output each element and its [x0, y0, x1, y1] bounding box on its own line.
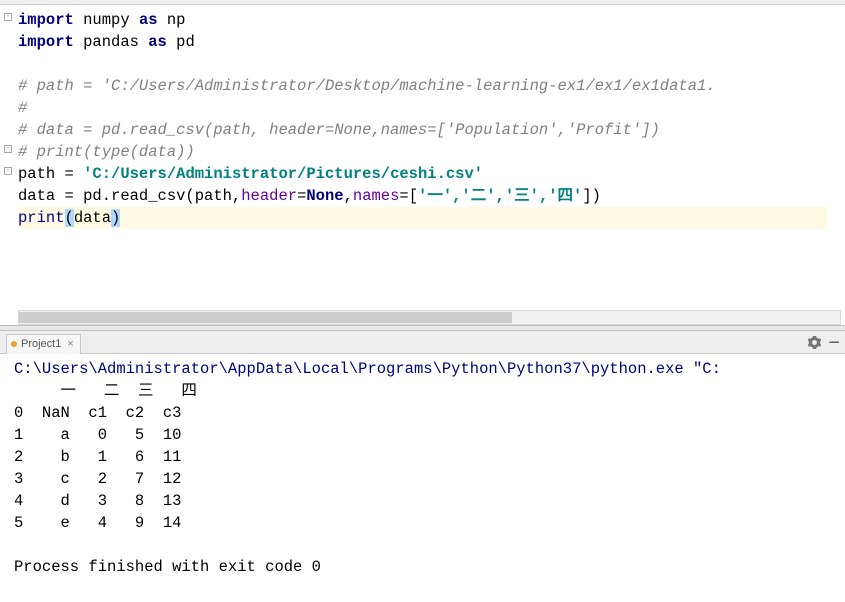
- output-row: 2 b 1 6 11: [14, 448, 181, 466]
- tab-label: Project1: [21, 338, 61, 350]
- keyword-import: import: [18, 11, 74, 29]
- alias-name: pd: [167, 33, 195, 51]
- output-row: 0 NaN c1 c2 c3: [14, 404, 181, 422]
- code-text: ]): [582, 187, 601, 205]
- keyword-as: as: [139, 11, 158, 29]
- string-literal: 'C:/Users/Administrator/Pictures/ceshi.c…: [83, 165, 483, 183]
- matched-paren: ): [111, 209, 120, 227]
- builtin-print: print: [18, 209, 65, 227]
- code-editor[interactable]: - - - import numpy as np import pandas a…: [0, 5, 845, 325]
- fold-marker-icon[interactable]: -: [4, 167, 12, 175]
- output-row: 5 e 4 9 14: [14, 514, 181, 532]
- code-text: ,: [344, 187, 353, 205]
- fold-marker-icon[interactable]: -: [4, 145, 12, 153]
- fold-marker-icon[interactable]: -: [4, 13, 12, 21]
- run-tab[interactable]: Project1 ×: [6, 334, 81, 354]
- console-output[interactable]: C:\Users\Administrator\AppData\Local\Pro…: [0, 354, 845, 602]
- string-literal: '一','二','三','四': [418, 187, 582, 205]
- matched-paren: (: [65, 209, 74, 227]
- gear-icon[interactable]: [808, 336, 821, 349]
- param-name: header: [241, 187, 297, 205]
- code-text: data = pd.read_csv(path,: [18, 187, 241, 205]
- run-status-dot-icon: [11, 341, 17, 347]
- output-header: 一 二 三 四: [14, 382, 197, 400]
- code-text: =: [297, 187, 306, 205]
- exit-message: Process finished with exit code 0: [14, 558, 321, 576]
- output-row: 4 d 3 8 13: [14, 492, 181, 510]
- module-name: pandas: [74, 33, 148, 51]
- horizontal-scrollbar[interactable]: [18, 310, 841, 325]
- interpreter-path: C:\Users\Administrator\AppData\Local\Pro…: [14, 360, 721, 378]
- console-tab-bar: Project1 × —: [0, 331, 845, 354]
- scrollbar-thumb[interactable]: [19, 312, 512, 323]
- close-icon[interactable]: ×: [67, 338, 73, 350]
- param-name: names: [353, 187, 400, 205]
- keyword-import: import: [18, 33, 74, 51]
- fold-gutter: - - -: [0, 9, 14, 219]
- alias-name: np: [158, 11, 186, 29]
- comment-line: # path = 'C:/Users/Administrator/Desktop…: [18, 77, 716, 95]
- code-text: =[: [399, 187, 418, 205]
- module-name: numpy: [74, 11, 139, 29]
- comment-line: # data = pd.read_csv(path, header=None,n…: [18, 121, 660, 139]
- comment-line: #: [18, 99, 27, 117]
- tab-bar-actions: —: [808, 333, 839, 351]
- minimize-icon[interactable]: —: [829, 333, 839, 351]
- output-row: 3 c 2 7 12: [14, 470, 181, 488]
- code-content[interactable]: import numpy as np import pandas as pd #…: [0, 9, 845, 229]
- output-row: 1 a 0 5 10: [14, 426, 181, 444]
- none-literal: None: [306, 187, 343, 205]
- identifier: data: [74, 209, 111, 227]
- code-text: path =: [18, 165, 83, 183]
- keyword-as: as: [148, 33, 167, 51]
- comment-line: # print(type(data)): [18, 143, 195, 161]
- current-line-highlight: print(data): [18, 207, 827, 229]
